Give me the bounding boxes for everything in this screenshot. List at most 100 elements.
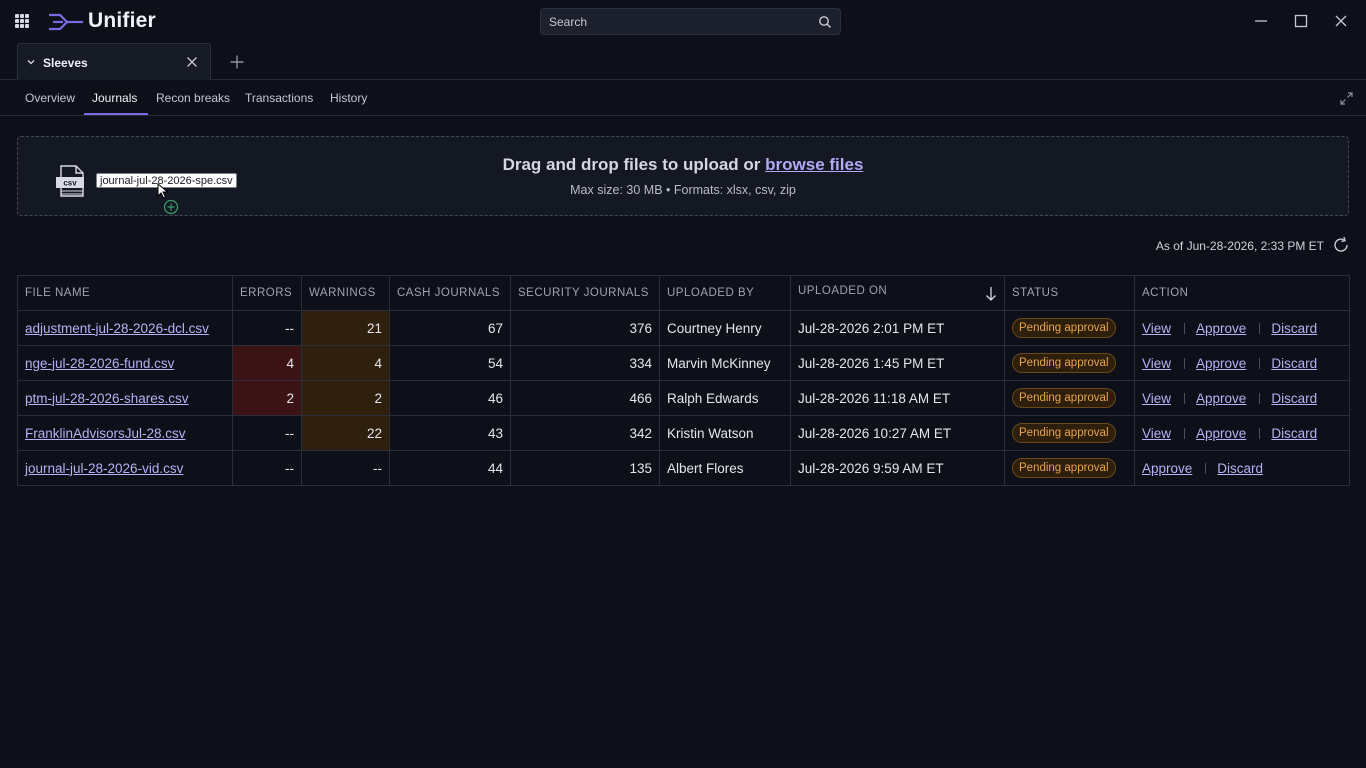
discard-link[interactable]: Discard <box>1271 391 1317 406</box>
cash-journals-cell: 46 <box>389 380 511 416</box>
errors-cell: -- <box>232 450 302 486</box>
cash-journals-cell: 44 <box>389 450 511 486</box>
app-title: Unifier <box>88 9 156 32</box>
tab-sleeves[interactable]: Sleeves <box>17 43 211 80</box>
drop-zone-title: Drag and drop files to upload or browse … <box>18 155 1348 175</box>
expand-icon[interactable] <box>1340 92 1353 105</box>
status-cell: Pending approval <box>1004 380 1135 416</box>
column-header-security-journals[interactable]: SECURITY JOURNALS <box>510 275 660 311</box>
view-link[interactable]: View <box>1142 391 1171 406</box>
minimize-icon[interactable] <box>1252 12 1270 30</box>
as-of-timestamp: As of Jun-28-2026, 2:33 PM ET <box>1155 239 1324 253</box>
approve-link[interactable]: Approve <box>1196 426 1246 441</box>
browse-files-link[interactable]: browse files <box>765 155 863 174</box>
tab-overview[interactable]: Overview <box>25 91 75 105</box>
unifier-logo-icon <box>49 13 83 31</box>
warnings-cell: 22 <box>301 415 390 451</box>
sort-descending-icon[interactable] <box>985 286 997 302</box>
maximize-icon[interactable] <box>1292 12 1310 30</box>
tab-history[interactable]: History <box>330 91 367 105</box>
app-launcher-icon[interactable] <box>15 14 29 28</box>
column-header-uploaded-by[interactable]: UPLOADED BY <box>659 275 791 311</box>
tab-transactions[interactable]: Transactions <box>245 91 313 105</box>
action-cell: Approve Discard <box>1134 450 1350 486</box>
table-row: nge-jul-28-2026-fund.csv 4 4 54 334 Marv… <box>17 345 1350 381</box>
action-cell: View Approve Discard <box>1134 415 1350 451</box>
discard-link[interactable]: Discard <box>1271 321 1317 336</box>
cash-journals-cell: 67 <box>389 310 511 346</box>
column-header-warnings[interactable]: WARNINGS <box>301 275 390 311</box>
file-name-link[interactable]: journal-jul-28-2026-vid.csv <box>25 461 183 476</box>
discard-link[interactable]: Discard <box>1271 356 1317 371</box>
approve-link[interactable]: Approve <box>1196 356 1246 371</box>
search-icon[interactable] <box>818 15 832 29</box>
cash-journals-cell: 54 <box>389 345 511 381</box>
status-badge: Pending approval <box>1012 458 1116 478</box>
column-header-uploaded-on[interactable]: UPLOADED ON <box>790 275 1005 311</box>
status-badge: Pending approval <box>1012 353 1116 373</box>
file-name-cell: adjustment-jul-28-2026-dcl.csv <box>17 310 233 346</box>
warnings-cell: 4 <box>301 345 390 381</box>
status-cell: Pending approval <box>1004 450 1135 486</box>
uploaded-on-cell: Jul-28-2026 9:59 AM ET <box>790 450 1005 486</box>
drop-zone-subtitle: Max size: 30 MB • Formats: xlsx, csv, zi… <box>570 183 796 197</box>
action-cell: View Approve Discard <box>1134 310 1350 346</box>
chevron-down-icon[interactable] <box>26 57 36 67</box>
file-name-cell: journal-jul-28-2026-vid.csv <box>17 450 233 486</box>
file-name-link[interactable]: FranklinAdvisorsJul-28.csv <box>25 426 186 441</box>
add-circle-icon <box>163 199 179 215</box>
uploaded-by-cell: Marvin McKinney <box>659 345 791 381</box>
security-journals-cell: 376 <box>510 310 660 346</box>
uploaded-by-cell: Kristin Watson <box>659 415 791 451</box>
file-name-link[interactable]: adjustment-jul-28-2026-dcl.csv <box>25 321 209 336</box>
search-box[interactable] <box>540 8 841 35</box>
file-name-link[interactable]: nge-jul-28-2026-fund.csv <box>25 356 174 371</box>
file-name-link[interactable]: ptm-jul-28-2026-shares.csv <box>25 391 189 406</box>
discard-link[interactable]: Discard <box>1271 426 1317 441</box>
cash-journals-cell: 43 <box>389 415 511 451</box>
status-badge: Pending approval <box>1012 388 1116 408</box>
discard-link[interactable]: Discard <box>1217 461 1263 476</box>
column-header-errors[interactable]: ERRORS <box>232 275 302 311</box>
errors-cell: 4 <box>232 345 302 381</box>
column-header-action: ACTION <box>1134 275 1350 311</box>
new-tab-plus-icon[interactable] <box>229 54 245 70</box>
security-journals-cell: 342 <box>510 415 660 451</box>
approve-link[interactable]: Approve <box>1196 391 1246 406</box>
section-nav: Overview Journals Recon breaks Transacti… <box>0 80 1366 116</box>
action-divider <box>1184 358 1186 370</box>
view-link[interactable]: View <box>1142 356 1171 371</box>
close-window-icon[interactable] <box>1332 12 1350 30</box>
title-bar: Unifier <box>0 0 1366 43</box>
status-badge: Pending approval <box>1012 318 1116 338</box>
action-divider <box>1184 323 1186 335</box>
errors-cell: -- <box>232 415 302 451</box>
status-cell: Pending approval <box>1004 415 1135 451</box>
journals-table: FILE NAME ERRORS WARNINGS CASH JOURNALS … <box>17 275 1350 486</box>
uploaded-by-cell: Albert Flores <box>659 450 791 486</box>
action-cell: View Approve Discard <box>1134 345 1350 381</box>
refresh-icon[interactable] <box>1332 236 1350 254</box>
approve-link[interactable]: Approve <box>1142 461 1192 476</box>
action-divider <box>1259 323 1261 335</box>
table-row: journal-jul-28-2026-vid.csv -- -- 44 135… <box>17 450 1350 486</box>
column-header-status[interactable]: STATUS <box>1004 275 1135 311</box>
file-drop-zone[interactable]: csv journal-jul-28-2026-spe.csv Drag and… <box>17 136 1349 216</box>
approve-link[interactable]: Approve <box>1196 321 1246 336</box>
security-journals-cell: 466 <box>510 380 660 416</box>
tab-recon-breaks[interactable]: Recon breaks <box>156 91 230 105</box>
search-input[interactable] <box>549 14 809 30</box>
column-header-file-name[interactable]: FILE NAME <box>17 275 233 311</box>
view-link[interactable]: View <box>1142 321 1171 336</box>
view-link[interactable]: View <box>1142 426 1171 441</box>
table-row: ptm-jul-28-2026-shares.csv 2 2 46 466 Ra… <box>17 380 1350 416</box>
active-tab-indicator <box>84 113 148 115</box>
action-divider <box>1184 428 1186 440</box>
close-tab-icon[interactable] <box>186 56 198 68</box>
table-row: adjustment-jul-28-2026-dcl.csv -- 21 67 … <box>17 310 1350 346</box>
status-cell: Pending approval <box>1004 310 1135 346</box>
tab-journals[interactable]: Journals <box>92 91 137 105</box>
drop-zone-prompt: Drag and drop files to upload or <box>502 155 766 174</box>
status-cell: Pending approval <box>1004 345 1135 381</box>
column-header-cash-journals[interactable]: CASH JOURNALS <box>389 275 511 311</box>
